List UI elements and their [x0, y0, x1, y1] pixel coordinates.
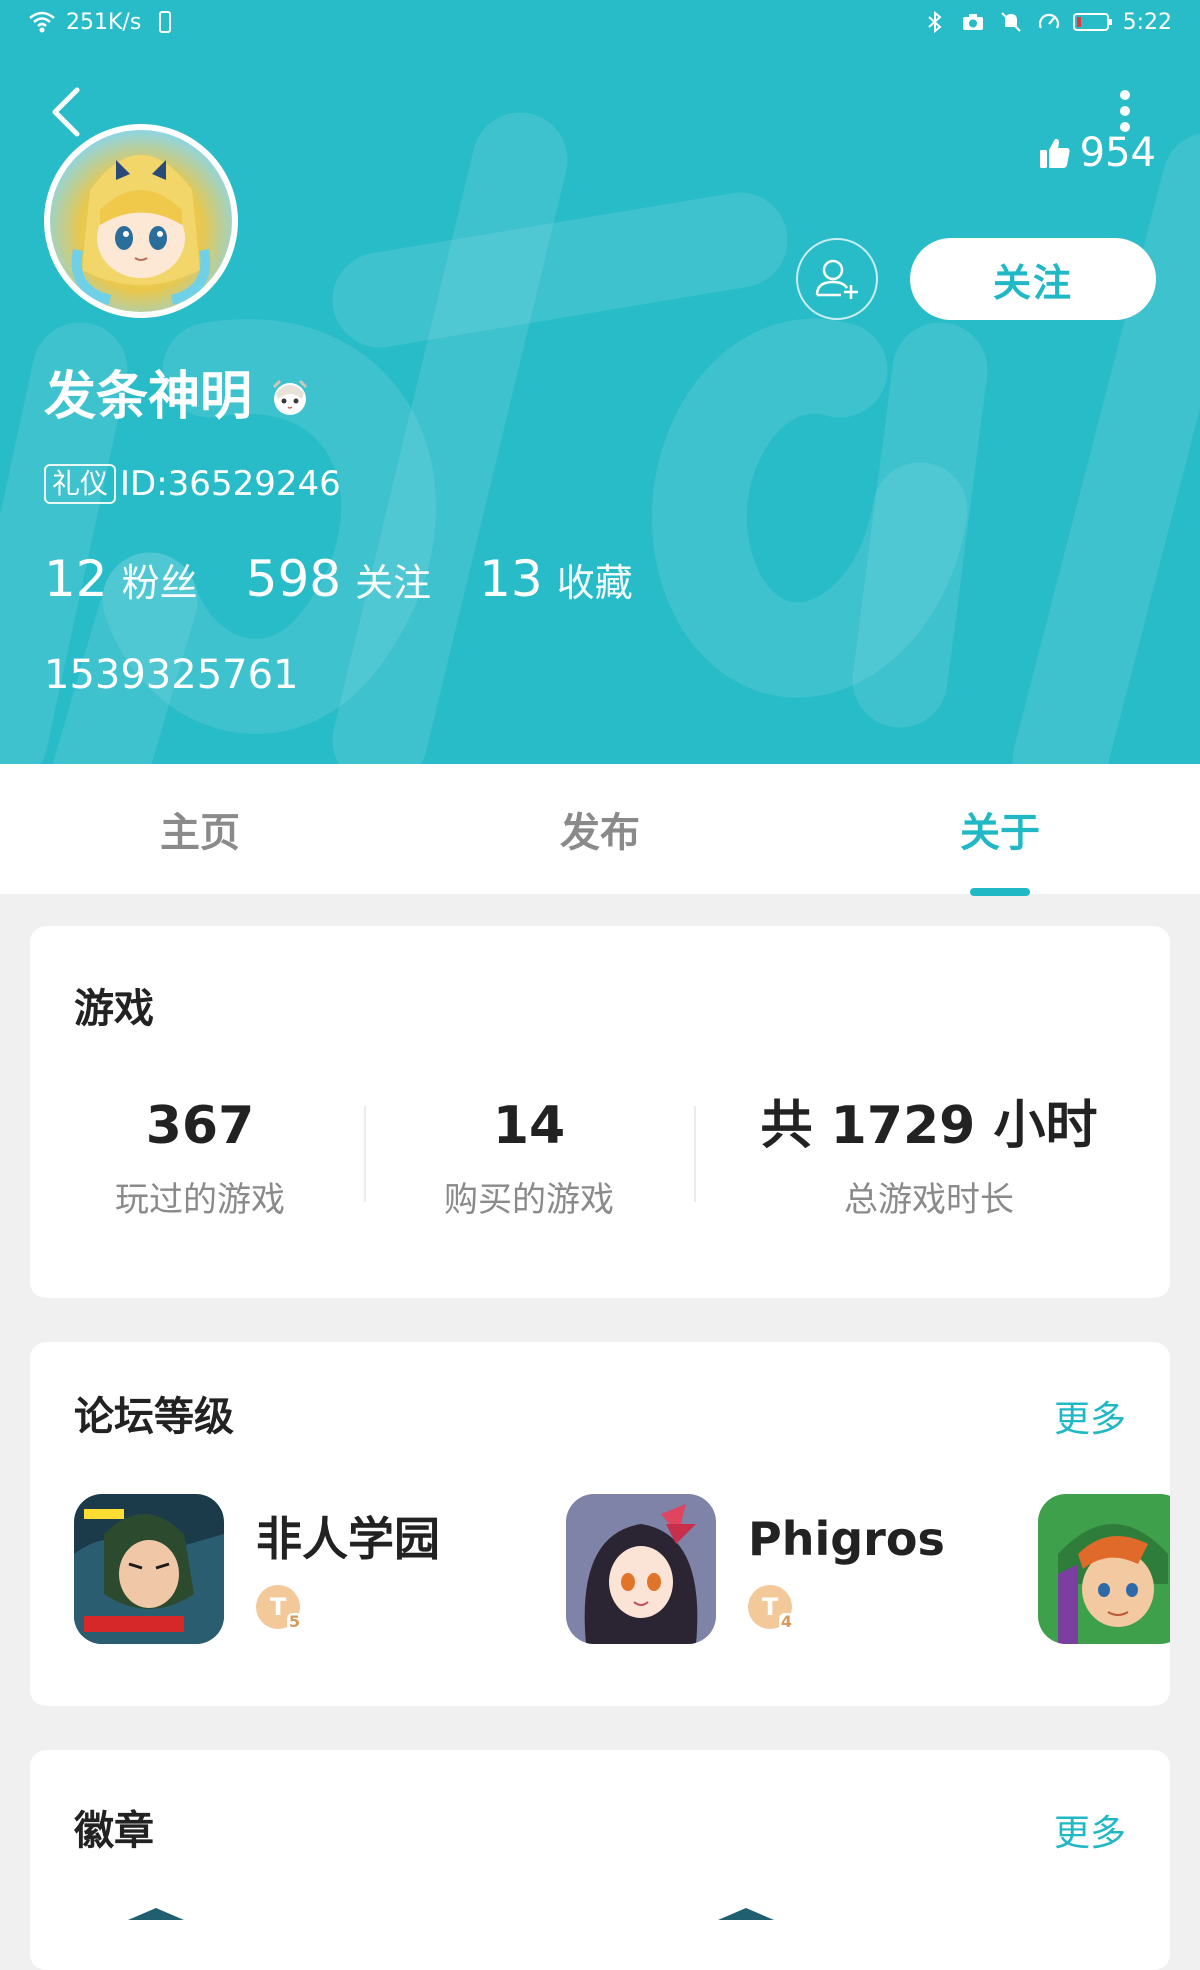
stat-label: 粉丝: [121, 561, 198, 605]
badge-hexagon-icon: [718, 1908, 774, 1920]
network-speed: 251K/s: [66, 9, 142, 35]
stat-label: 收藏: [556, 561, 633, 605]
level-number: 5: [286, 1612, 302, 1631]
games-card: 游戏 367 玩过的游戏 14 购买的游戏 共 1729 小时 总游戏时长: [30, 926, 1170, 1298]
tab-active-indicator: [970, 888, 1030, 896]
chevron-left-icon: [52, 87, 80, 137]
forum-item[interactable]: 非人学园 T 5: [74, 1494, 440, 1644]
stat-value: 598: [245, 550, 342, 608]
profile-tabs: 主页 发布 关于: [0, 764, 1200, 894]
stat-followers[interactable]: 12 粉丝: [44, 550, 198, 608]
profile-stats: 12 粉丝 598 关注 13 收藏: [44, 550, 633, 608]
forum-info: 非人学园 T 5: [256, 1509, 440, 1631]
likes-count: 954: [1079, 130, 1156, 176]
stat-value: 12: [44, 550, 108, 608]
avatar[interactable]: [44, 124, 238, 318]
camera-icon: [959, 8, 987, 36]
status-left: 251K/s: [28, 8, 179, 36]
username: 发条神明: [44, 367, 253, 427]
more-options-button[interactable]: [1110, 86, 1140, 136]
battery-icon: [1072, 8, 1113, 36]
level-badge-letter: T: [761, 1593, 779, 1621]
add-friend-button[interactable]: [796, 238, 878, 320]
played-games-label: 玩过的游戏: [115, 1180, 285, 1220]
purchased-games-count: 14: [492, 1096, 566, 1156]
profile-header: 251K/s 5:22 954 关注 发条神明 礼仪 ID:36529246 1…: [0, 0, 1200, 764]
tab-home[interactable]: 主页: [0, 764, 400, 894]
level-badge-letter: T: [269, 1593, 287, 1621]
play-time-stat[interactable]: 共 1729 小时 总游戏时长: [694, 1094, 1164, 1221]
level-number: 4: [778, 1612, 794, 1631]
purchased-games-stat[interactable]: 14 购买的游戏: [364, 1094, 694, 1221]
played-games-count: 367: [145, 1096, 255, 1156]
badge-hexagon-icon: [128, 1908, 184, 1920]
played-games-stat[interactable]: 367 玩过的游戏: [30, 1094, 370, 1221]
stat-value: 13: [479, 550, 543, 608]
user-id: ID:36529246: [120, 464, 341, 504]
badges-more-link[interactable]: 更多: [1054, 1804, 1126, 1856]
stat-favorites[interactable]: 13 收藏: [479, 550, 633, 608]
wifi-icon: [28, 8, 56, 36]
purchased-games-label: 购买的游戏: [444, 1180, 614, 1220]
forum-item-partial[interactable]: [1038, 1494, 1170, 1644]
forum-level-card: 论坛等级 更多 非人学园 T 5 Phigros T 4: [30, 1342, 1170, 1706]
thumbs-up-icon: [1039, 138, 1070, 168]
username-row: 发条神明: [44, 362, 314, 432]
forum-name: Phigros: [748, 1512, 945, 1566]
mute-icon: [997, 8, 1025, 36]
user-tag[interactable]: 礼仪: [44, 464, 117, 504]
forum-name: 非人学园: [256, 1512, 440, 1566]
game-icon-phigros: [566, 1494, 716, 1644]
games-title: 游戏: [74, 986, 154, 1032]
bluetooth-icon: [921, 8, 949, 36]
forum-info: Phigros T 4: [748, 1509, 945, 1631]
follow-button[interactable]: 关注: [910, 238, 1156, 320]
level-badge-icon: T 5: [256, 1585, 302, 1631]
tab-posts[interactable]: 发布: [400, 764, 800, 894]
stat-following[interactable]: 598 关注: [246, 550, 431, 608]
profile-extra-number: 1539325761: [44, 652, 299, 698]
status-time: 5:22: [1122, 9, 1172, 35]
data-saver-icon: [1035, 8, 1063, 36]
forum-level-title: 论坛等级: [74, 1394, 234, 1440]
vibrate-icon: [151, 8, 179, 36]
badges-title: 徽章: [74, 1808, 154, 1854]
forum-item[interactable]: Phigros T 4: [566, 1494, 945, 1644]
forum-more-link[interactable]: 更多: [1054, 1390, 1126, 1442]
play-time-label: 总游戏时长: [844, 1180, 1014, 1220]
badges-card: 徽章 更多: [30, 1750, 1170, 1970]
user-id-row: 礼仪 ID:36529246: [44, 464, 341, 504]
status-right: 5:22: [921, 8, 1172, 36]
tab-about[interactable]: 关于: [800, 764, 1200, 894]
status-bar: 251K/s 5:22: [0, 0, 1200, 52]
back-button[interactable]: [40, 82, 90, 142]
character-badge-icon[interactable]: [266, 373, 314, 421]
likes-counter[interactable]: 954: [1038, 130, 1156, 176]
game-icon-feirenxueyuan: [74, 1494, 224, 1644]
avatar-image: [50, 130, 232, 312]
level-badge-icon: T 4: [748, 1585, 794, 1631]
more-vertical-icon: [1120, 90, 1130, 132]
play-time-value: 共 1729 小时: [760, 1096, 1098, 1156]
stat-label: 关注: [355, 561, 432, 605]
add-user-icon: [815, 259, 858, 299]
game-icon-partial: [1038, 1494, 1170, 1644]
